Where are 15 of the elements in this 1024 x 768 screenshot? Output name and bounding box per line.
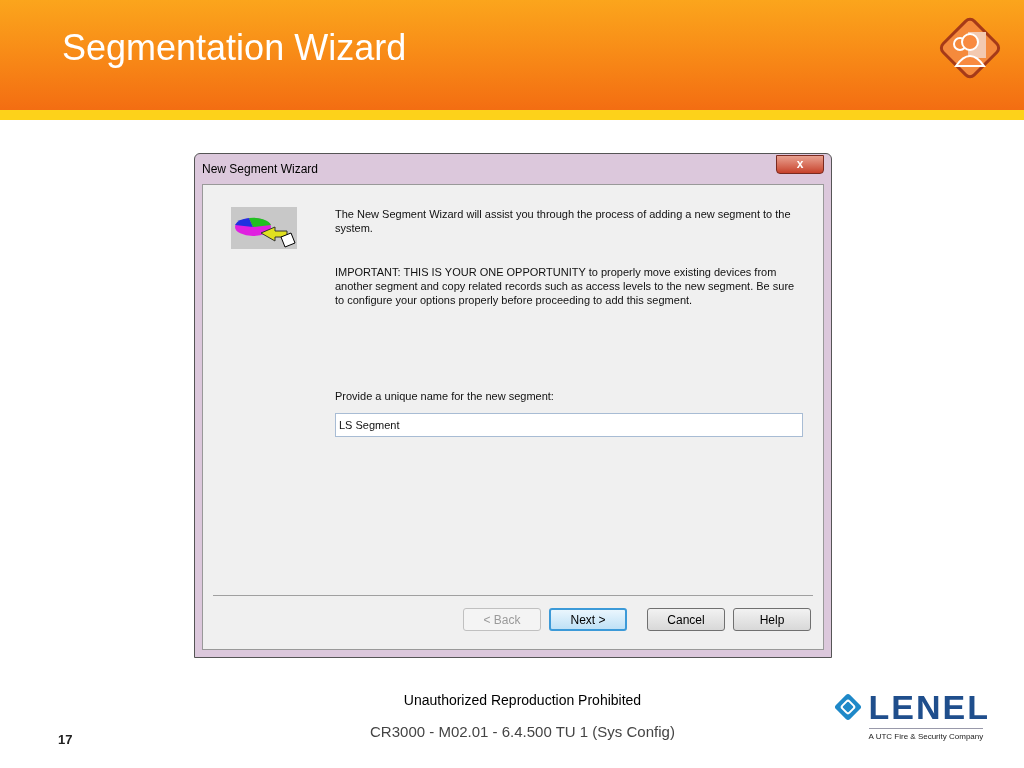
segment-name-field[interactable]: LS Segment: [335, 413, 803, 437]
slide-title: Segmentation Wizard: [62, 26, 407, 70]
notice-text: Unauthorized Reproduction Prohibited: [403, 691, 642, 710]
important-text: IMPORTANT: THIS IS YOUR ONE OPPORTUNITY to properly move existing devices from another segment and copy related records such as access levels to the new segment. Be sure to configure your options properly before proceeding to add this segment.: [335, 265, 796, 307]
logo-tagline: A UTC Fire & Security Company: [868, 728, 984, 743]
course-code: CR3000 - M02.01 - 6.4.500 TU 1 (Sys Config): [370, 722, 675, 742]
window-title: New Segment Wizard: [202, 161, 319, 178]
pie-chart-pointer-icon: [231, 207, 297, 249]
wizard-button[interactable]: Help: [733, 608, 811, 631]
wizard-button[interactable]: Cancel: [647, 608, 725, 631]
wizard-button[interactable]: Next >: [549, 608, 627, 631]
intro-text: The New Segment Wizard will assist you through the process of adding a new segment to the system.: [335, 207, 792, 235]
logo-wordmark: LENEL: [868, 690, 990, 724]
page-number: 17: [58, 731, 73, 749]
name-label: Provide a unique name for the new segment:: [335, 389, 555, 403]
